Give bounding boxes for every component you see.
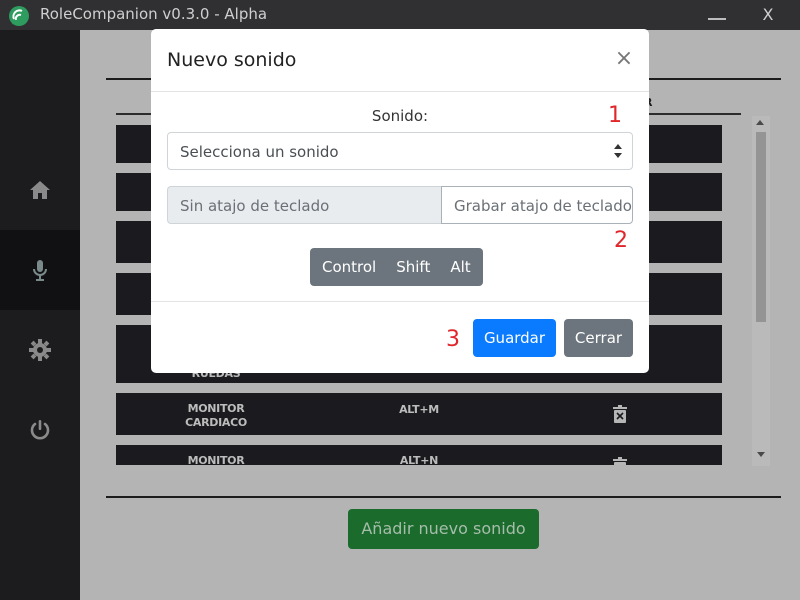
record-shortcut-input[interactable]: Grabar atajo de teclado xyxy=(441,186,633,224)
record-shortcut-placeholder: Grabar atajo de teclado xyxy=(454,197,632,215)
minimize-button[interactable] xyxy=(706,8,730,24)
sidebar-item-power[interactable] xyxy=(0,390,80,470)
save-button[interactable]: Guardar xyxy=(473,319,556,357)
sound-select[interactable]: Selecciona un sonido xyxy=(167,132,633,170)
modifier-shift-button[interactable]: Shift xyxy=(386,248,441,286)
app-logo-icon xyxy=(9,6,29,26)
new-sound-modal: Nuevo sonido × Sonido: Selecciona un son… xyxy=(151,29,649,373)
modifier-alt-button[interactable]: Alt xyxy=(440,248,483,286)
title-bar: RoleCompanion v0.3.0 - Alpha X xyxy=(0,0,800,30)
annotation-marker-3: 3 xyxy=(446,327,460,352)
modal-footer-divider xyxy=(151,301,649,302)
select-arrows-icon xyxy=(614,144,622,158)
close-window-button[interactable]: X xyxy=(756,4,780,26)
modal-title: Nuevo sonido xyxy=(167,49,297,71)
modal-close-icon[interactable]: × xyxy=(613,47,635,71)
window-title: RoleCompanion v0.3.0 - Alpha xyxy=(40,5,268,23)
gear-icon xyxy=(29,339,51,361)
shortcut-display-text: Sin atajo de teclado xyxy=(180,197,330,215)
shortcut-group: Sin atajo de teclado Grabar atajo de tec… xyxy=(167,186,633,224)
close-button[interactable]: Cerrar xyxy=(564,319,633,357)
shortcut-display: Sin atajo de teclado xyxy=(167,186,442,224)
modal-header-divider xyxy=(151,91,649,92)
modifier-button-group: Control Shift Alt xyxy=(310,248,483,286)
sidebar-item-sounds[interactable] xyxy=(0,230,80,310)
home-icon xyxy=(30,181,50,199)
sound-select-value: Selecciona un sonido xyxy=(180,143,339,161)
sound-label: Sonido: xyxy=(371,107,429,125)
modifier-control-button[interactable]: Control xyxy=(310,248,387,286)
annotation-marker-2: 2 xyxy=(614,228,628,253)
microphone-icon xyxy=(33,260,47,281)
sidebar-item-home[interactable] xyxy=(0,150,80,230)
sidebar xyxy=(0,30,80,600)
power-icon xyxy=(30,420,50,440)
annotation-marker-1: 1 xyxy=(608,103,622,128)
sidebar-item-settings[interactable] xyxy=(0,310,80,390)
